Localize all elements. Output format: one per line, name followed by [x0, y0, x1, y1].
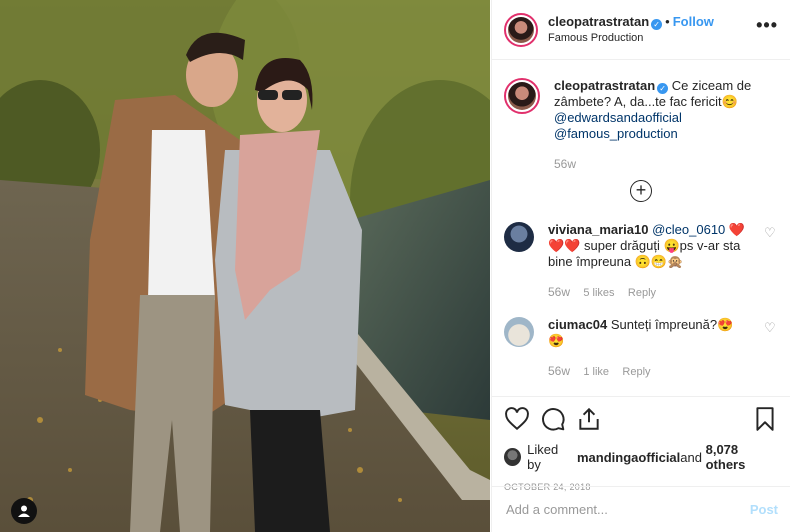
comment-bubble-icon[interactable] [540, 406, 566, 432]
comment-likes[interactable]: 5 likes [583, 287, 614, 299]
author-avatar[interactable] [504, 12, 538, 47]
heart-icon[interactable] [504, 406, 530, 432]
plus-circle-icon[interactable]: + [630, 180, 652, 202]
smile-emoji: 😊 [721, 94, 738, 109]
load-more-comments[interactable]: + [492, 180, 790, 202]
comment-reply-button[interactable]: Reply [622, 366, 650, 378]
likes-count[interactable]: 8,078 others [706, 442, 778, 472]
caption-meta: 56w [554, 156, 778, 172]
likes-prefix: Liked by [527, 442, 559, 472]
comment-text: Sunteți împreună?😍 [610, 317, 734, 332]
verified-badge-icon: ✓ [651, 18, 663, 30]
user-tag-icon [18, 505, 30, 517]
post-actions: Liked by mandingaofficial and 8,078 othe… [492, 396, 790, 492]
comment-text-continued: 😍 [548, 333, 565, 348]
likes-summary: Liked by mandingaofficial and 8,078 othe… [504, 442, 778, 472]
comment-likes[interactable]: 1 like [583, 366, 609, 378]
bookmark-icon[interactable] [752, 406, 778, 432]
separator-dot: • [665, 13, 670, 29]
more-options-button[interactable]: ••• [756, 15, 778, 44]
liker-username[interactable]: mandingaofficial [577, 450, 680, 465]
add-comment-input[interactable] [504, 501, 750, 518]
comment-meta: 56w 5 likes Reply [548, 284, 764, 301]
comments-list[interactable]: cleopatrastratan ✓ Ce ziceam de zâmbete? … [492, 60, 790, 396]
comment-meta: 56w 1 like Reply [548, 363, 764, 380]
caption-mention-famous-production[interactable]: @famous_production [554, 126, 678, 141]
comment-age: 56w [548, 285, 571, 299]
add-comment-bar: Post [492, 486, 790, 532]
comment-text: ❤️❤️ super drăguți 😛ps v-ar sta bine împ… [548, 238, 741, 269]
comment-like-heart-icon[interactable]: ♡ [764, 317, 778, 380]
comment-item: viviana_maria10 @cleo_0610 ❤️ ❤️❤️ super… [492, 222, 790, 301]
action-icons [504, 405, 778, 433]
location-link[interactable]: Famous Production [548, 30, 756, 46]
header-text: cleopatrastratan ✓ • Follow Famous Producti… [548, 14, 756, 46]
comment-age: 56w [548, 364, 571, 378]
caption-author-username[interactable]: cleopatrastratan [554, 78, 655, 93]
verified-badge-icon: ✓ [657, 83, 669, 94]
commenter-username[interactable]: viviana_maria10 [548, 222, 648, 237]
post-header: cleopatrastratan ✓ • Follow Famous Producti… [492, 0, 790, 60]
comment-item: ciumac04 Sunteți împreună?😍 😍 56w 1 like… [492, 317, 790, 380]
caption-author-avatar[interactable] [504, 78, 540, 114]
post-caption: cleopatrastratan ✓ Ce ziceam de zâmbete? … [492, 60, 790, 172]
follow-button[interactable]: Follow [673, 14, 714, 29]
author-username[interactable]: cleopatrastratan [548, 14, 649, 29]
likes-mid: and [680, 449, 702, 465]
heart-emoji: ❤️ [728, 222, 746, 237]
post-photo[interactable] [0, 0, 490, 532]
share-icon[interactable] [576, 406, 602, 432]
caption-age: 56w [554, 157, 577, 171]
photo-scene [0, 0, 490, 532]
commenter-avatar[interactable] [504, 222, 534, 252]
post-comment-button[interactable]: Post [750, 502, 778, 517]
commenter-avatar[interactable] [504, 317, 534, 347]
comment-mention[interactable]: @cleo_0610 [652, 222, 725, 237]
post-side-panel: cleopatrastratan ✓ • Follow Famous Producti… [491, 0, 790, 532]
liker-avatar[interactable] [504, 448, 522, 466]
commenter-username[interactable]: ciumac04 [548, 317, 607, 332]
caption-mention-edwardsanda[interactable]: @edwardsandaofficial [554, 110, 682, 125]
comment-like-heart-icon[interactable]: ♡ [764, 222, 778, 301]
user-tag-button[interactable] [11, 498, 37, 524]
comment-reply-button[interactable]: Reply [628, 287, 656, 299]
